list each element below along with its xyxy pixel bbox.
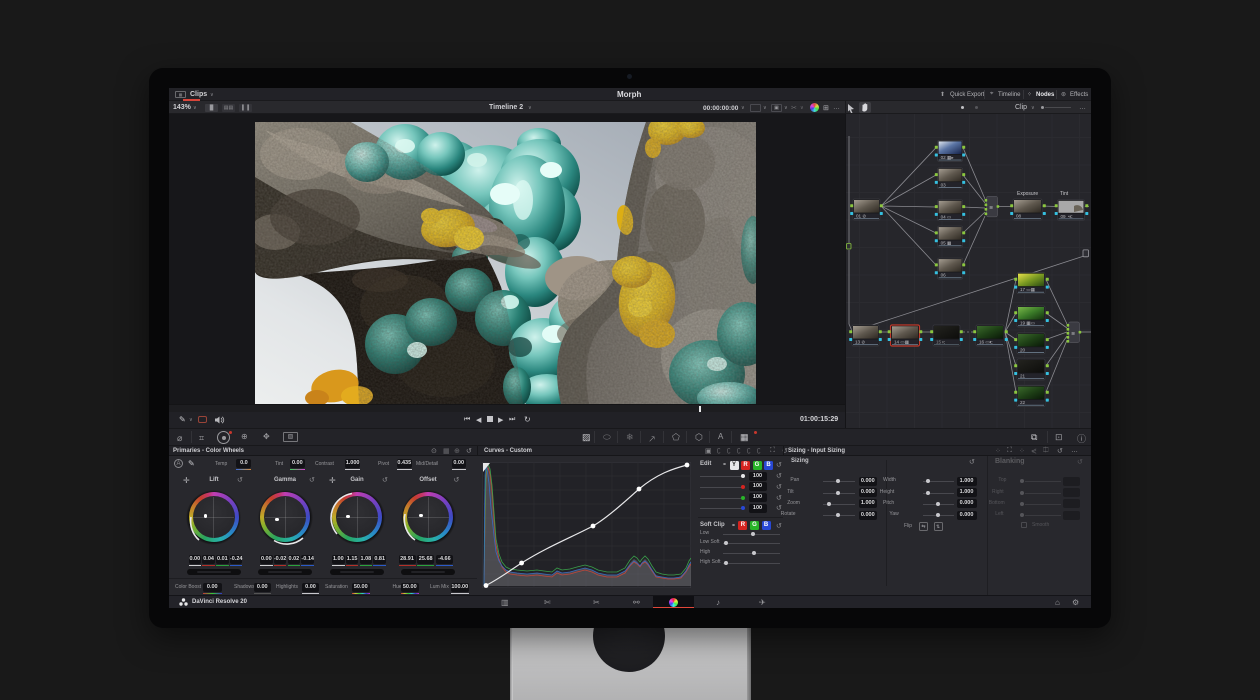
svg-text:21: 21 xyxy=(1020,374,1026,379)
svg-text:02 ▦▸: 02 ▦▸ xyxy=(941,155,955,160)
svg-text:03: 03 xyxy=(941,182,947,187)
svg-text:Exposure: Exposure xyxy=(1017,191,1038,197)
svg-text:22: 22 xyxy=(1020,400,1026,405)
svg-text:19 ▦▭: 19 ▦▭ xyxy=(1020,321,1036,326)
svg-text:16 ▭⑆: 16 ▭⑆ xyxy=(979,340,993,345)
svg-text:06: 06 xyxy=(941,273,947,278)
svg-text:14 ▭▦: 14 ▭▦ xyxy=(894,340,910,345)
svg-text:15 ⑆: 15 ⑆ xyxy=(936,340,945,345)
svg-text:20: 20 xyxy=(1020,348,1026,353)
svg-text:08: 08 xyxy=(1016,214,1022,219)
svg-text:≋: ≋ xyxy=(1071,331,1075,337)
svg-text:04 ▭: 04 ▭ xyxy=(941,214,952,219)
svg-text:05 ▦: 05 ▦ xyxy=(941,241,952,246)
svg-text:17 ▭▦: 17 ▭▦ xyxy=(1020,287,1036,292)
svg-text:01 ⊘: 01 ⊘ xyxy=(856,214,866,219)
svg-text:≋: ≋ xyxy=(989,205,993,211)
svg-text:Tint: Tint xyxy=(1060,191,1069,197)
svg-text:13 ⊘: 13 ⊘ xyxy=(855,340,865,345)
svg-text:09 ◔⑆: 09 ◔⑆ xyxy=(1061,214,1073,219)
